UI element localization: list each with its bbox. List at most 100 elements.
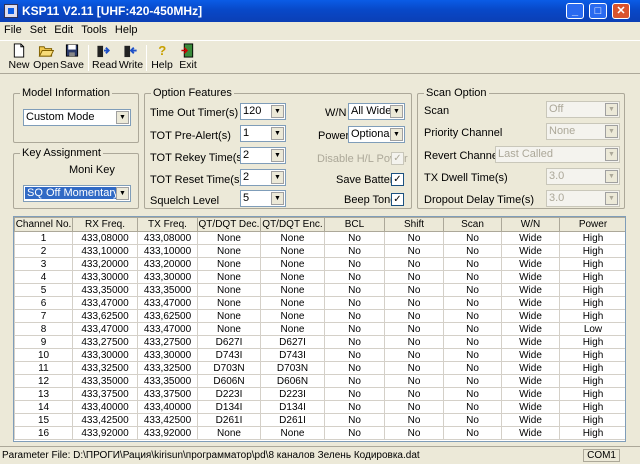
table-cell[interactable]: None <box>260 296 325 310</box>
table-cell[interactable]: Wide <box>501 231 560 245</box>
table-cell[interactable]: D134I <box>260 400 325 414</box>
table-cell[interactable]: 6 <box>14 296 73 310</box>
table-cell[interactable]: Wide <box>501 335 560 349</box>
table-cell[interactable]: D627I <box>197 335 261 349</box>
save-button[interactable]: Save <box>60 43 84 71</box>
table-cell[interactable]: No <box>443 387 502 401</box>
table-row[interactable]: 9 433,27500 433,27500 D627I D627I No No No Wide H… <box>14 335 625 349</box>
table-cell[interactable]: 433,35000 <box>72 283 138 297</box>
table-cell[interactable]: Wide <box>501 413 560 427</box>
table-cell[interactable]: Wide <box>501 296 560 310</box>
table-cell[interactable]: 433,08000 <box>72 231 138 245</box>
scan-select[interactable]: Off ▼ <box>546 101 620 118</box>
table-cell[interactable]: No <box>324 426 385 440</box>
table-cell[interactable]: None <box>197 231 261 245</box>
table-cell[interactable]: No <box>443 231 502 245</box>
table-cell[interactable]: None <box>197 270 261 284</box>
table-cell[interactable]: High <box>559 296 625 310</box>
table-cell[interactable]: 14 <box>14 400 73 414</box>
table-cell[interactable]: High <box>559 413 625 427</box>
table-cell[interactable]: No <box>443 283 502 297</box>
table-row[interactable]: 2 433,10000 433,10000 None None No No No Wide Hig… <box>14 244 625 258</box>
table-cell[interactable]: Wide <box>501 361 560 375</box>
table-row[interactable]: 12 433,35000 433,35000 D606N D606N No No No Wide… <box>14 374 625 388</box>
table-row[interactable]: 6 433,47000 433,47000 None None No No No Wide Hig… <box>14 296 625 310</box>
table-cell[interactable]: No <box>443 400 502 414</box>
table-cell[interactable]: Wide <box>501 244 560 258</box>
column-header[interactable]: RX Freq. <box>72 217 138 232</box>
dropout-delay-time-select[interactable]: 3.0 ▼ <box>546 190 620 207</box>
table-cell[interactable]: D606N <box>197 374 261 388</box>
table-cell[interactable]: 433,47000 <box>72 296 138 310</box>
table-cell[interactable]: High <box>559 374 625 388</box>
table-cell[interactable]: D261I <box>197 413 261 427</box>
menu-set[interactable]: Set <box>26 22 51 36</box>
table-cell[interactable]: No <box>384 426 444 440</box>
table-cell[interactable]: None <box>260 322 325 336</box>
table-cell[interactable]: High <box>559 283 625 297</box>
table-cell[interactable]: 433,30000 <box>72 270 138 284</box>
table-cell[interactable]: No <box>324 231 385 245</box>
table-cell[interactable]: 7 <box>14 309 73 323</box>
table-cell[interactable]: High <box>559 387 625 401</box>
table-row[interactable]: 1 433,08000 433,08000 None None No No No Wide Hig… <box>14 231 625 245</box>
table-cell[interactable]: None <box>260 309 325 323</box>
table-cell[interactable]: 433,10000 <box>72 244 138 258</box>
wn-select[interactable]: All Wide ▼ <box>348 103 405 120</box>
table-cell[interactable]: 433,27500 <box>137 335 198 349</box>
maximize-button[interactable]: □ <box>589 3 607 19</box>
table-cell[interactable]: No <box>443 374 502 388</box>
table-cell[interactable]: No <box>384 387 444 401</box>
moni-key-select[interactable]: SQ Off Momentary ▼ <box>23 185 131 202</box>
table-cell[interactable]: No <box>324 244 385 258</box>
table-cell[interactable]: D223I <box>260 387 325 401</box>
beep-tone-checkbox[interactable]: ✓ <box>391 193 404 206</box>
table-cell[interactable]: High <box>559 231 625 245</box>
table-cell[interactable]: 2 <box>14 244 73 258</box>
table-cell[interactable]: No <box>384 257 444 271</box>
table-cell[interactable]: No <box>443 361 502 375</box>
table-cell[interactable]: None <box>197 296 261 310</box>
table-cell[interactable]: 433,92000 <box>72 426 138 440</box>
table-cell[interactable]: 16 <box>14 426 73 440</box>
table-cell[interactable]: No <box>443 322 502 336</box>
table-cell[interactable]: No <box>324 387 385 401</box>
table-cell[interactable]: None <box>197 309 261 323</box>
tot-reset-time-select[interactable]: 2 ▼ <box>240 169 286 186</box>
table-cell[interactable]: 433,30000 <box>137 270 198 284</box>
chevron-down-icon[interactable]: ▼ <box>271 171 284 184</box>
chevron-down-icon[interactable]: ▼ <box>271 192 284 205</box>
table-cell[interactable]: No <box>384 309 444 323</box>
table-cell[interactable]: No <box>443 413 502 427</box>
column-header[interactable]: QT/DQT Enc. <box>260 217 325 232</box>
table-cell[interactable]: Wide <box>501 283 560 297</box>
chevron-down-icon[interactable]: ▼ <box>271 105 284 118</box>
table-cell[interactable]: D261I <box>260 413 325 427</box>
table-cell[interactable]: No <box>324 374 385 388</box>
save-battery-checkbox[interactable]: ✓ <box>391 173 404 186</box>
table-cell[interactable]: 9 <box>14 335 73 349</box>
table-cell[interactable]: No <box>443 270 502 284</box>
table-cell[interactable]: D743I <box>197 348 261 362</box>
table-cell[interactable]: D627I <box>260 335 325 349</box>
table-row[interactable]: 13 433,37500 433,37500 D223I D223I No No No Wide… <box>14 387 625 401</box>
chevron-down-icon[interactable]: ▼ <box>116 187 129 200</box>
table-cell[interactable]: No <box>443 348 502 362</box>
column-header[interactable]: BCL <box>324 217 385 232</box>
table-cell[interactable]: Wide <box>501 387 560 401</box>
table-cell[interactable]: High <box>559 309 625 323</box>
table-cell[interactable]: 5 <box>14 283 73 297</box>
table-cell[interactable]: D743I <box>260 348 325 362</box>
table-cell[interactable]: No <box>384 400 444 414</box>
table-cell[interactable]: None <box>260 244 325 258</box>
table-cell[interactable]: No <box>324 270 385 284</box>
close-button[interactable]: ✕ <box>612 3 630 19</box>
column-header[interactable]: Power <box>559 217 625 232</box>
table-cell[interactable]: No <box>443 309 502 323</box>
table-cell[interactable]: No <box>443 244 502 258</box>
chevron-down-icon[interactable]: ▼ <box>605 170 618 183</box>
tx-dwell-time-select[interactable]: 3.0 ▼ <box>546 168 620 185</box>
chevron-down-icon[interactable]: ▼ <box>116 111 129 124</box>
table-cell[interactable]: None <box>260 231 325 245</box>
column-header[interactable]: Shift <box>384 217 444 232</box>
